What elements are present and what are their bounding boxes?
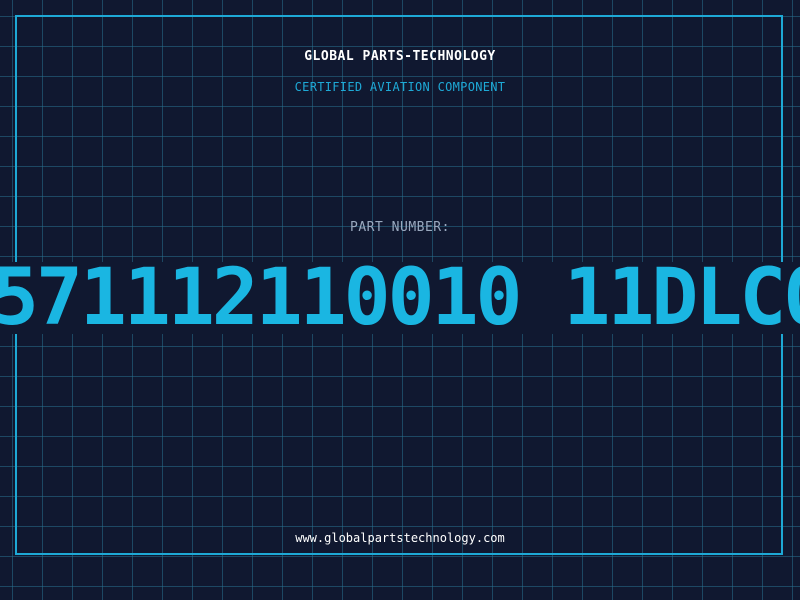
part-number-label: PART NUMBER: bbox=[350, 220, 450, 235]
company-name: GLOBAL PARTS-TECHNOLOGY bbox=[304, 49, 496, 64]
part-number-band: 571112110010 11DLC0 bbox=[0, 262, 800, 334]
certification-tagline: CERTIFIED AVIATION COMPONENT bbox=[294, 80, 506, 94]
website-url: www.globalpartstechnology.com bbox=[295, 531, 505, 545]
part-number-value: 571112110010 11DLC0 bbox=[0, 262, 800, 334]
